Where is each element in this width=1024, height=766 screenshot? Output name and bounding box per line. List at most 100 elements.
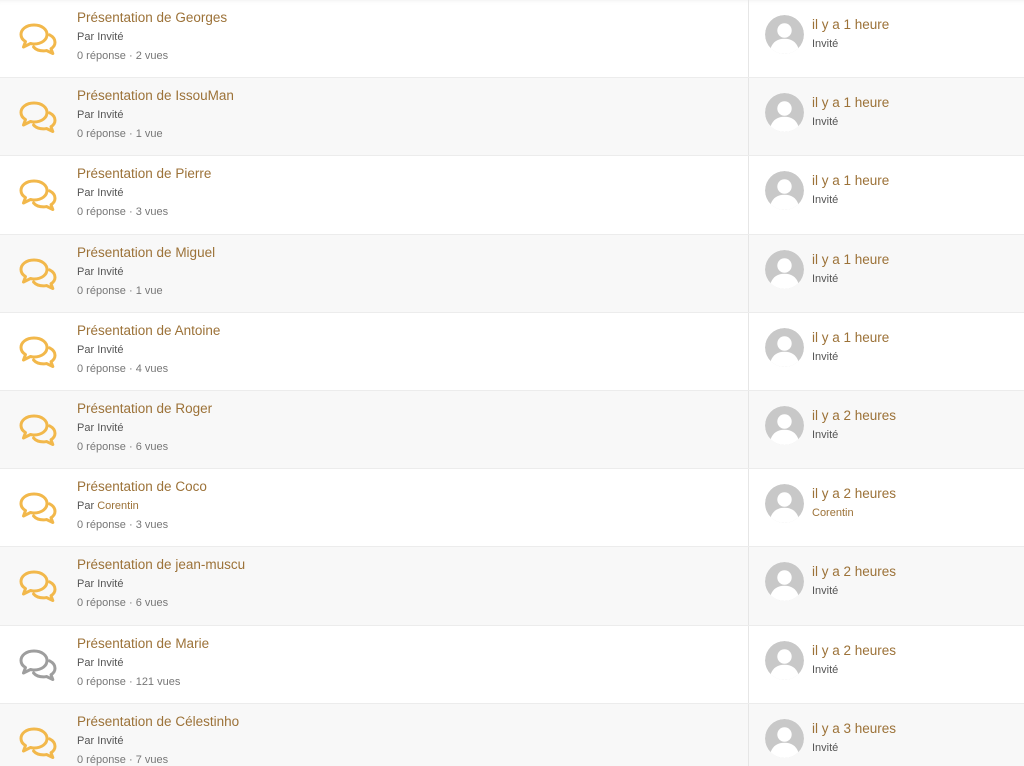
last-post-author[interactable]: Invité bbox=[812, 272, 889, 287]
last-post-cell: il y a 2 heures Invité bbox=[749, 547, 1024, 624]
author-name[interactable]: Invité bbox=[97, 422, 123, 434]
topic-main-cell: Présentation de Marie Par Invité 0 répon… bbox=[0, 625, 749, 703]
topic-author-line: Par Corentin bbox=[77, 499, 207, 514]
last-post-cell: il y a 3 heures Invité bbox=[749, 704, 1024, 766]
topic-title-link[interactable]: Présentation de Georges bbox=[77, 9, 227, 27]
chat-bubbles-icon bbox=[18, 257, 58, 291]
chat-bubbles-icon bbox=[18, 22, 58, 56]
topic-main-cell: Présentation de IssouMan Par Invité 0 ré… bbox=[0, 78, 749, 156]
author-name[interactable]: Invité bbox=[97, 266, 123, 278]
avatar[interactable] bbox=[765, 718, 804, 758]
author-prefix: Par bbox=[77, 734, 95, 747]
last-post-author[interactable]: Invité bbox=[812, 428, 896, 443]
topic-author-line: Par Invité bbox=[77, 186, 211, 201]
author-name[interactable]: Invité bbox=[97, 657, 123, 669]
topic-row: Présentation de Pierre Par Invité 0 répo… bbox=[0, 156, 1024, 235]
author-name[interactable]: Invité bbox=[97, 344, 123, 356]
topic-stats: 0 réponse · 6 vues bbox=[77, 440, 169, 453]
topic-stats: 0 réponse · 6 vues bbox=[77, 597, 169, 610]
last-post-time-link[interactable]: il y a 3 heures bbox=[812, 720, 896, 738]
topic-author-line: Par Invité bbox=[77, 577, 245, 592]
topic-list: Présentation de Georges Par Invité 0 rép… bbox=[0, 0, 1024, 766]
topic-main-cell: Présentation de Célestinho Par Invité 0 … bbox=[0, 703, 749, 766]
topic-stats: 0 réponse · 7 vues bbox=[77, 753, 169, 766]
avatar[interactable] bbox=[765, 93, 804, 133]
author-prefix: Par bbox=[77, 31, 95, 43]
last-post-time-link[interactable]: il y a 2 heures bbox=[812, 563, 896, 581]
topic-title-link[interactable]: Présentation de Pierre bbox=[77, 165, 211, 183]
chat-bubbles-icon bbox=[18, 726, 58, 760]
last-post-author[interactable]: Invité bbox=[812, 584, 896, 599]
topic-title-link[interactable]: Présentation de Miguel bbox=[77, 244, 215, 262]
last-post-author[interactable]: Invité bbox=[812, 37, 889, 52]
avatar[interactable] bbox=[765, 15, 804, 54]
last-post-cell: il y a 2 heures Invité bbox=[749, 626, 1024, 703]
last-post-author[interactable]: Invité bbox=[812, 663, 896, 678]
author-name[interactable]: Invité bbox=[97, 578, 123, 590]
topic-row: Présentation de Miguel Par Invité 0 répo… bbox=[0, 234, 1024, 313]
author-prefix: Par bbox=[77, 109, 95, 122]
last-post-time-link[interactable]: il y a 2 heures bbox=[812, 407, 896, 425]
author-name[interactable]: Invité bbox=[97, 187, 123, 199]
last-post-author[interactable]: Corentin bbox=[812, 506, 896, 521]
topic-main-cell: Présentation de Coco Par Corentin 0 répo… bbox=[0, 469, 749, 547]
topic-author-line: Par Invité bbox=[77, 343, 220, 358]
topic-row: Présentation de Célestinho Par Invité 0 … bbox=[0, 703, 1024, 766]
topic-main-cell: Présentation de Antoine Par Invité 0 rép… bbox=[0, 312, 749, 390]
last-post-author[interactable]: Invité bbox=[812, 741, 896, 756]
author-prefix: Par bbox=[77, 343, 95, 356]
author-name[interactable]: Invité bbox=[97, 31, 123, 43]
chat-bubbles-icon bbox=[18, 491, 58, 525]
author-prefix: Par bbox=[77, 265, 95, 278]
last-post-cell: il y a 2 heures Invité bbox=[749, 391, 1024, 468]
avatar[interactable] bbox=[765, 171, 804, 211]
topic-main-cell: Présentation de Georges Par Invité 0 rép… bbox=[0, 0, 749, 78]
last-post-time-link[interactable]: il y a 1 heure bbox=[812, 251, 889, 269]
avatar[interactable] bbox=[765, 562, 804, 602]
last-post-cell: il y a 1 heure Invité bbox=[749, 235, 1024, 312]
chat-bubbles-icon bbox=[18, 648, 58, 682]
last-post-time-link[interactable]: il y a 1 heure bbox=[812, 172, 889, 190]
avatar[interactable] bbox=[765, 484, 804, 524]
last-post-author[interactable]: Invité bbox=[812, 115, 889, 130]
topic-author-line: Par Invité bbox=[77, 108, 234, 123]
topic-title-link[interactable]: Présentation de Roger bbox=[77, 400, 212, 418]
topic-title-link[interactable]: Présentation de Marie bbox=[77, 635, 209, 653]
last-post-time-link[interactable]: il y a 1 heure bbox=[812, 16, 889, 34]
topic-title-link[interactable]: Présentation de IssouMan bbox=[77, 87, 234, 105]
topic-stats: 0 réponse · 2 vues bbox=[77, 50, 169, 62]
topic-row: Présentation de jean-muscu Par Invité 0 … bbox=[0, 547, 1024, 626]
topic-author-line: Par Invité bbox=[77, 656, 209, 671]
author-name[interactable]: Corentin bbox=[97, 500, 139, 512]
chat-bubbles-icon bbox=[18, 178, 58, 212]
last-post-time-link[interactable]: il y a 1 heure bbox=[812, 329, 889, 347]
topic-row: Présentation de Antoine Par Invité 0 rép… bbox=[0, 312, 1024, 391]
author-prefix: Par bbox=[77, 187, 95, 200]
author-prefix: Par bbox=[77, 656, 95, 669]
topic-title-link[interactable]: Présentation de Célestinho bbox=[77, 713, 239, 731]
author-name[interactable]: Invité bbox=[97, 109, 123, 121]
last-post-cell: il y a 1 heure Invité bbox=[749, 78, 1024, 155]
last-post-time-link[interactable]: il y a 2 heures bbox=[812, 485, 896, 503]
topic-main-cell: Présentation de Pierre Par Invité 0 répo… bbox=[0, 156, 749, 234]
chat-bubbles-icon bbox=[18, 335, 58, 369]
avatar[interactable] bbox=[765, 640, 804, 680]
topic-author-line: Par Invité bbox=[77, 421, 212, 436]
avatar[interactable] bbox=[765, 327, 804, 367]
topic-title-link[interactable]: Présentation de Antoine bbox=[77, 322, 220, 340]
last-post-author[interactable]: Invité bbox=[812, 350, 889, 365]
avatar[interactable] bbox=[765, 249, 804, 289]
topic-stats: 0 réponse · 3 vues bbox=[77, 206, 169, 219]
topic-row: Présentation de Georges Par Invité 0 rép… bbox=[0, 0, 1024, 79]
topic-author-line: Par Invité bbox=[77, 734, 239, 749]
last-post-cell: il y a 1 heure Invité bbox=[749, 313, 1024, 390]
author-name[interactable]: Invité bbox=[97, 735, 123, 747]
last-post-author[interactable]: Invité bbox=[812, 193, 889, 208]
avatar[interactable] bbox=[765, 405, 804, 445]
topic-main-cell: Présentation de jean-muscu Par Invité 0 … bbox=[0, 547, 749, 625]
last-post-cell: il y a 1 heure Invité bbox=[749, 156, 1024, 233]
topic-title-link[interactable]: Présentation de jean-muscu bbox=[77, 556, 245, 574]
last-post-time-link[interactable]: il y a 1 heure bbox=[812, 94, 889, 112]
last-post-time-link[interactable]: il y a 2 heures bbox=[812, 642, 896, 660]
topic-title-link[interactable]: Présentation de Coco bbox=[77, 478, 207, 496]
